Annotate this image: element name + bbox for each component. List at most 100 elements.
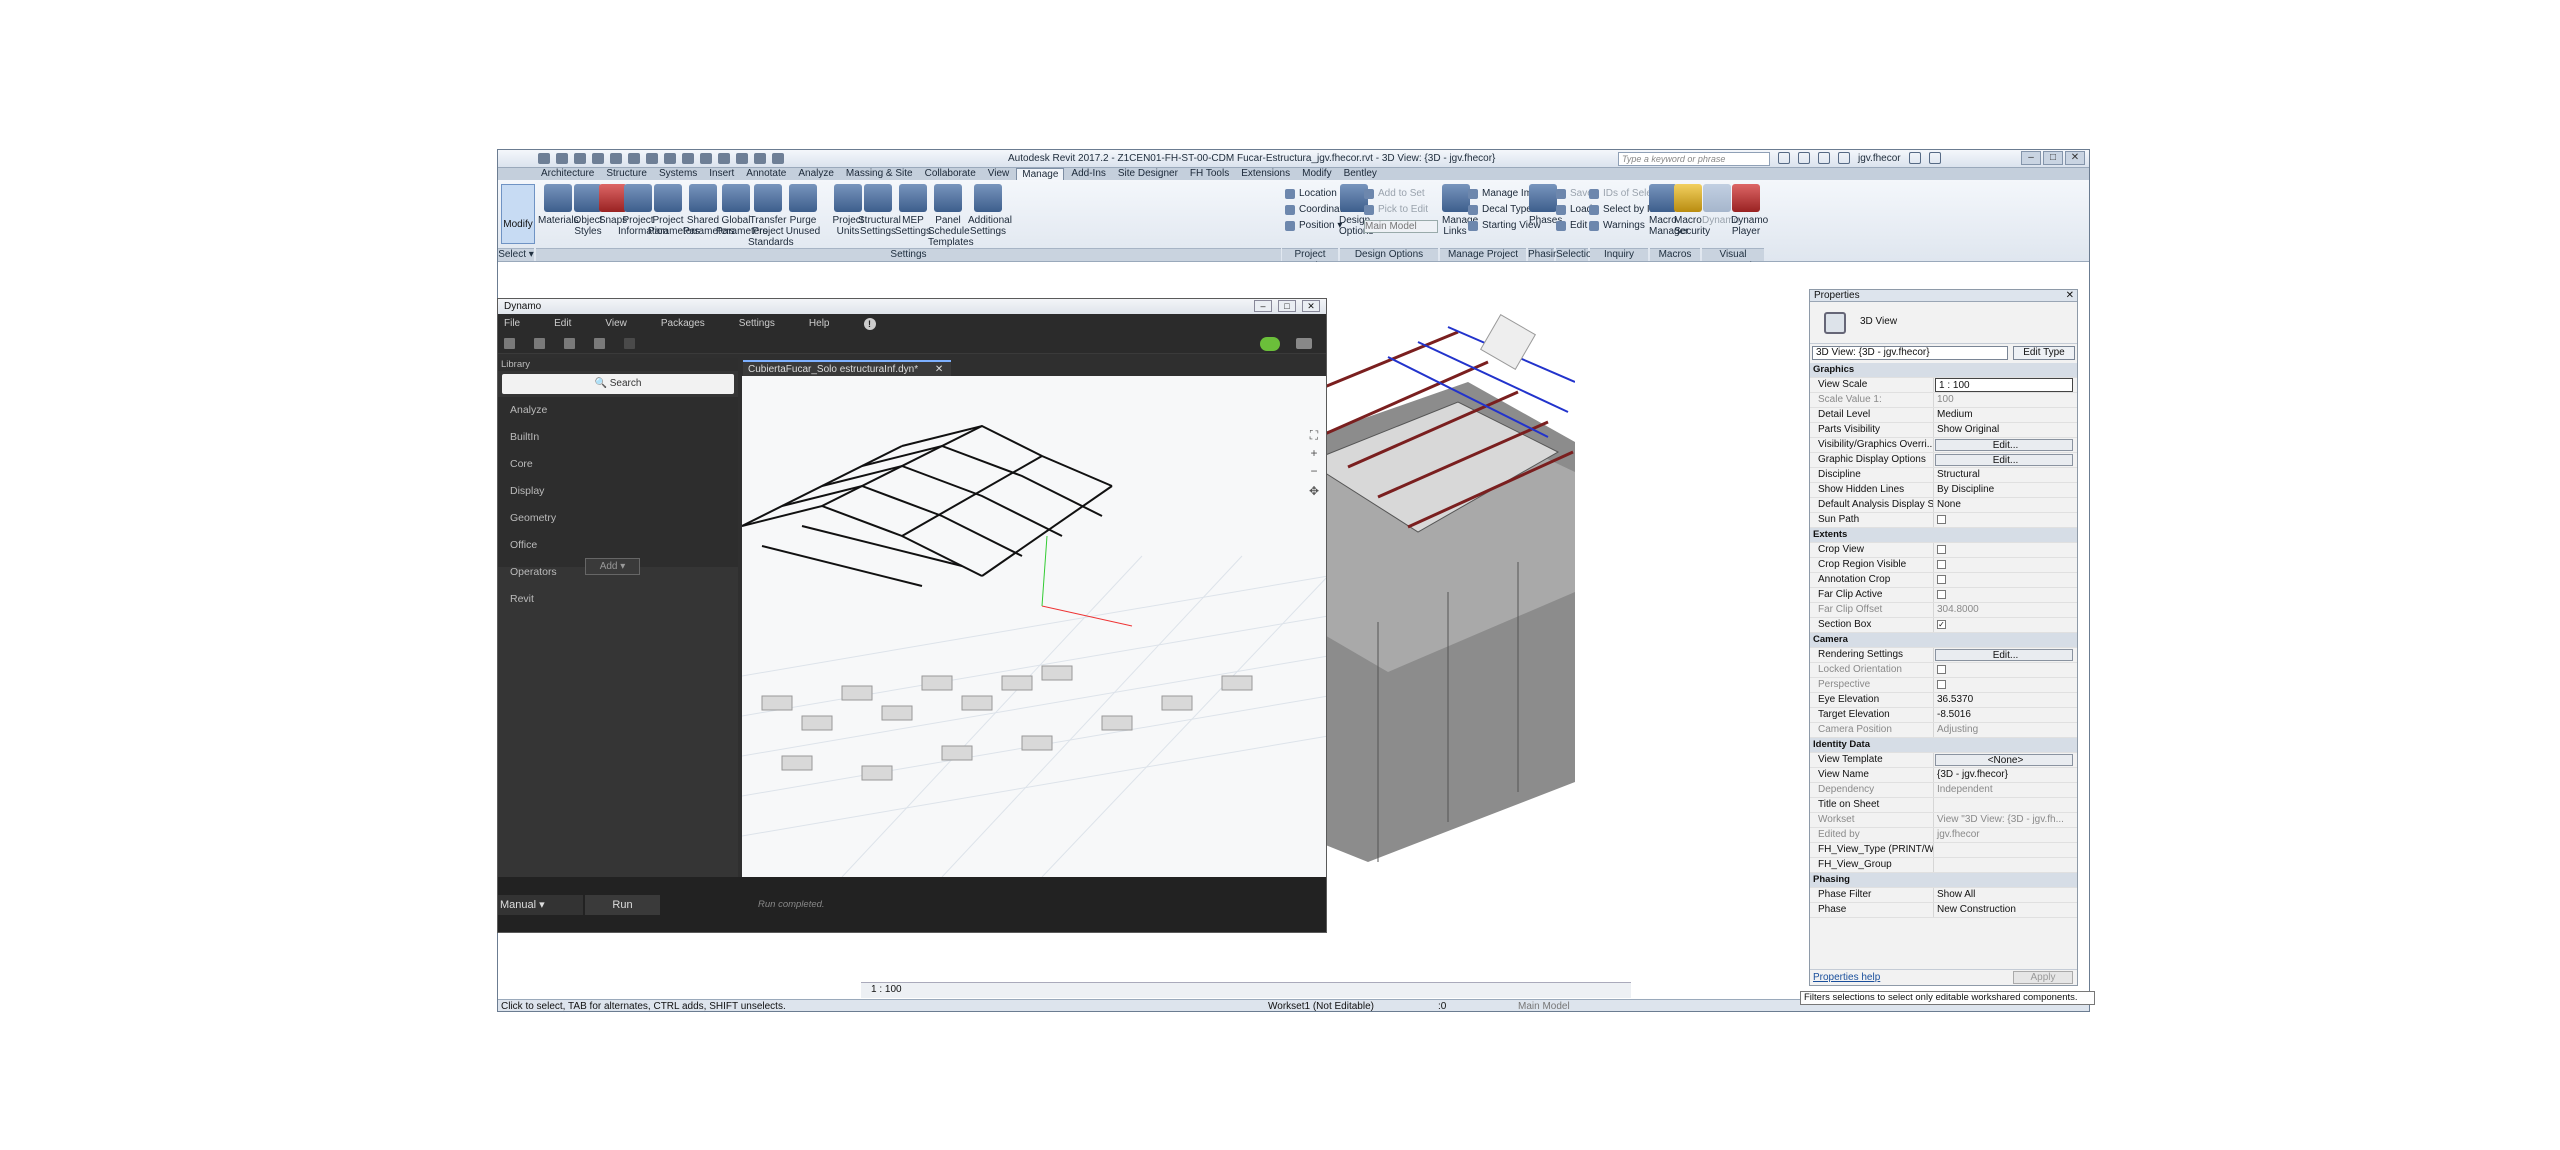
structural-settings-button[interactable]: Structural Settings	[858, 184, 901, 237]
minimize-button[interactable]: –	[2021, 151, 2041, 165]
new-icon[interactable]	[504, 338, 515, 349]
help-icon[interactable]: !	[863, 318, 876, 330]
search-icon[interactable]	[1778, 152, 1790, 164]
purge-unused-button[interactable]: Purge Unused	[783, 184, 823, 237]
favorites-icon[interactable]	[1818, 152, 1830, 164]
property-value[interactable]: 1 : 100	[1935, 378, 2073, 392]
close-icon[interactable]: ✕	[935, 364, 943, 375]
tab-collaborate[interactable]: Collaborate	[920, 168, 981, 180]
property-group-camera[interactable]: Camera	[1810, 633, 2077, 648]
tab-annotate[interactable]: Annotate	[741, 168, 791, 180]
decal-types-button[interactable]: Decal Types	[1468, 204, 1537, 215]
quick-access-toolbar[interactable]	[538, 153, 784, 164]
property-value[interactable]: New Construction	[1934, 903, 2077, 917]
transfer-project-standards-button[interactable]: Transfer Project Standards	[748, 184, 794, 248]
dynamo-canvas[interactable]: ⛶ + − ✥	[742, 376, 1326, 877]
tab-extensions[interactable]: Extensions	[1236, 168, 1295, 180]
property-group-identity-data[interactable]: Identity Data	[1810, 738, 2077, 753]
location-button[interactable]: Location	[1285, 188, 1337, 199]
property-value[interactable]	[1934, 798, 2077, 812]
dynamo-menu-file[interactable]: File	[504, 314, 520, 334]
library-category-core[interactable]: Core	[498, 451, 738, 478]
property-value[interactable]: Medium	[1934, 408, 2077, 422]
apply-button[interactable]: Apply	[2013, 971, 2073, 984]
dynamo-menu-view[interactable]: View	[605, 314, 627, 334]
help-search-input[interactable]: Type a keyword or phrase	[1618, 152, 1770, 166]
select-by-id-button[interactable]: Select by ID	[1589, 204, 1657, 215]
close-hidden-icon[interactable]	[754, 153, 766, 164]
property-value[interactable]: Edit...	[1935, 439, 2073, 451]
property-checkbox[interactable]	[1937, 575, 1946, 584]
undo-icon[interactable]	[592, 153, 604, 164]
macro-manager-button[interactable]: Macro Manager	[1649, 184, 1688, 237]
save-selection-button[interactable]: Save	[1556, 188, 1593, 199]
cloud-upload-icon[interactable]	[1260, 337, 1280, 351]
add-to-set-button[interactable]: Add to Set	[1364, 188, 1425, 199]
design-option-status[interactable]: Main Model	[1518, 1000, 1570, 1011]
maximize-button[interactable]: □	[2043, 151, 2063, 165]
mep-settings-button[interactable]: MEP Settings	[893, 184, 933, 237]
library-category-revit[interactable]: Revit	[498, 586, 738, 613]
property-checkbox[interactable]	[1937, 590, 1946, 599]
property-value[interactable]: Edit...	[1935, 649, 2073, 661]
property-group-extents[interactable]: Extents	[1810, 528, 2077, 543]
zoom-in-icon[interactable]: +	[1305, 446, 1323, 460]
save-icon[interactable]	[564, 338, 575, 349]
dynamo-menu-settings[interactable]: Settings	[739, 314, 775, 334]
library-category-office[interactable]: Office	[498, 532, 738, 559]
undo-icon[interactable]	[594, 338, 605, 349]
help-icon[interactable]	[1928, 152, 1941, 164]
tab-fh-tools[interactable]: FH Tools	[1185, 168, 1234, 180]
dynamo-menu-edit[interactable]: Edit	[554, 314, 571, 334]
property-checkbox[interactable]	[1937, 545, 1946, 554]
tab-view[interactable]: View	[983, 168, 1015, 180]
tab-systems[interactable]: Systems	[654, 168, 702, 180]
library-add-button[interactable]: Add ▾	[585, 558, 640, 575]
user-icon[interactable]	[1838, 152, 1850, 164]
property-value[interactable]: {3D - jgv.fhecor}	[1934, 768, 2077, 782]
load-selection-button[interactable]: Load	[1556, 204, 1592, 215]
open-icon[interactable]	[534, 338, 545, 349]
tab-insert[interactable]: Insert	[704, 168, 739, 180]
property-checkbox[interactable]: ✓	[1937, 620, 1946, 629]
dimension-icon[interactable]	[664, 153, 676, 164]
save-icon[interactable]	[556, 153, 568, 164]
3d-view-icon[interactable]	[700, 153, 712, 164]
zoom-extents-icon[interactable]: ⛶	[1305, 428, 1323, 442]
tab-massing-site[interactable]: Massing & Site	[841, 168, 918, 180]
tab-site-designer[interactable]: Site Designer	[1113, 168, 1183, 180]
property-group-phasing[interactable]: Phasing	[1810, 873, 2077, 888]
library-search-input[interactable]: 🔍 Search	[502, 374, 734, 394]
warnings-button[interactable]: Warnings	[1589, 220, 1645, 231]
text-icon[interactable]	[682, 153, 694, 164]
tab-bentley[interactable]: Bentley	[1339, 168, 1382, 180]
dynamo-menu-help[interactable]: Help	[809, 314, 830, 334]
property-value[interactable]: Show Original	[1934, 423, 2077, 437]
run-button[interactable]: Run	[585, 895, 660, 915]
sync-icon[interactable]	[574, 153, 586, 164]
phases-button[interactable]: Phases	[1529, 184, 1562, 226]
property-value[interactable]: -8.5016	[1934, 708, 2077, 722]
additional-settings-button[interactable]: Additional Settings	[968, 184, 1012, 237]
zoom-out-icon[interactable]: −	[1305, 464, 1323, 478]
library-category-analyze[interactable]: Analyze	[498, 397, 738, 424]
macro-security-button[interactable]: Macro Security	[1674, 184, 1710, 237]
edit-selection-button[interactable]: Edit	[1556, 220, 1587, 231]
camera-icon[interactable]	[1296, 338, 1312, 349]
close-icon[interactable]: ✕	[2066, 290, 2074, 302]
property-checkbox[interactable]	[1937, 515, 1946, 524]
view-scale[interactable]: 1 : 100	[871, 983, 902, 997]
design-option-select[interactable]: Main Model	[1364, 220, 1438, 233]
workspace-tab[interactable]: CubiertaFucar_Solo estructuraInf.dyn* ✕	[743, 360, 951, 376]
manage-links-button[interactable]: Manage Links	[1442, 184, 1478, 237]
properties-help-link[interactable]: Properties help	[1813, 970, 1880, 985]
property-value[interactable]: By Discipline	[1934, 483, 2077, 497]
library-category-geometry[interactable]: Geometry	[498, 505, 738, 532]
subscription-icon[interactable]	[1798, 152, 1810, 164]
open-icon[interactable]	[538, 153, 550, 164]
dynamo-button[interactable]: Dynamo	[1702, 184, 1739, 226]
minimize-button[interactable]: –	[1254, 300, 1272, 312]
library-category-builtin[interactable]: BuiltIn	[498, 424, 738, 451]
section-icon[interactable]	[718, 153, 730, 164]
pick-to-edit-button[interactable]: Pick to Edit	[1364, 204, 1428, 215]
